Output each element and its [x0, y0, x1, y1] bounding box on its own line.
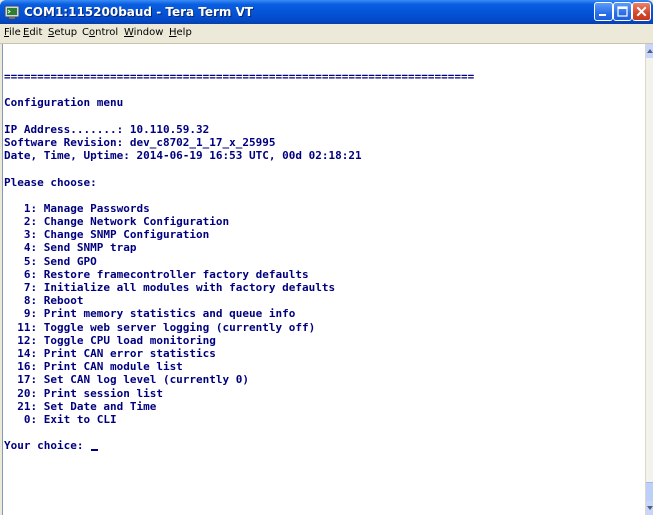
- terminal-screen[interactable]: ========================================…: [2, 44, 646, 515]
- maximize-button[interactable]: [613, 2, 632, 21]
- menu-control[interactable]: Control: [82, 26, 118, 40]
- title-bar[interactable]: COM1:115200baud - Tera Term VT: [0, 0, 653, 24]
- menu-option: 3: Change SNMP Configuration: [4, 228, 210, 242]
- terminal-output: ========================================…: [4, 70, 474, 452]
- menu-option: 1: Manage Passwords: [4, 201, 150, 215]
- ip-address-line: IP Address.......: 10.110.59.32: [4, 122, 210, 136]
- vertical-scrollbar[interactable]: [645, 44, 653, 515]
- software-revision-line: Software Revision: dev_c8702_1_17_x_2599…: [4, 135, 276, 149]
- menu-option: 0: Exit to CLI: [4, 412, 117, 426]
- menu-heading: Configuration menu: [4, 96, 124, 110]
- menu-option: 17: Set CAN log level (currently 0): [4, 373, 250, 387]
- menu-option: 6: Restore framecontroller factory defau…: [4, 267, 309, 281]
- scroll-down-button[interactable]: [646, 501, 653, 515]
- menu-option: 11: Toggle web server logging (currently…: [4, 320, 316, 334]
- scroll-thumb[interactable]: [646, 482, 653, 501]
- menu-option: 4: Send SNMP trap: [4, 241, 137, 255]
- menu-option: 12: Toggle CPU load monitoring: [4, 333, 216, 347]
- maximize-icon: [617, 6, 628, 17]
- menu-bar: File Edit Setup Control Window Help: [0, 24, 653, 44]
- menu-option: 8: Reboot: [4, 294, 84, 308]
- menu-file[interactable]: File: [4, 26, 21, 40]
- menu-option: 14: Print CAN error statistics: [4, 346, 216, 360]
- menu-setup[interactable]: Setup: [48, 26, 77, 40]
- window-title: COM1:115200baud - Tera Term VT: [24, 5, 254, 19]
- menu-option: 2: Change Network Configuration: [4, 215, 230, 229]
- separator-line: ========================================…: [4, 70, 475, 83]
- scroll-up-button[interactable]: [646, 44, 653, 58]
- menu-option: 16: Print CAN module list: [4, 360, 183, 374]
- tera-term-icon[interactable]: [4, 4, 20, 20]
- minimize-button[interactable]: [594, 2, 613, 21]
- close-button[interactable]: [632, 2, 651, 21]
- text-cursor: [91, 449, 99, 452]
- menu-option: 5: Send GPO: [4, 254, 97, 268]
- arrow-down-icon: [647, 506, 653, 510]
- arrow-up-icon: [647, 49, 653, 53]
- prompt-text: Your choice:: [4, 439, 91, 453]
- close-icon: [636, 6, 647, 17]
- date-time-uptime-line: Date, Time, Uptime: 2014-06-19 16:53 UTC…: [4, 149, 362, 163]
- minimize-icon: [599, 14, 606, 16]
- please-choose-line: Please choose:: [4, 175, 97, 189]
- prompt-line[interactable]: Your choice:: [4, 439, 474, 452]
- menu-option: 20: Print session list: [4, 386, 163, 400]
- menu-help[interactable]: Help: [169, 26, 192, 40]
- menu-window[interactable]: Window: [124, 26, 163, 40]
- menu-edit[interactable]: Edit: [23, 26, 42, 40]
- terminal-window: COM1:115200baud - Tera Term VT File Edit…: [0, 0, 653, 515]
- menu-option: 21: Set Date and Time: [4, 399, 157, 413]
- menu-option: 7: Initialize all modules with factory d…: [4, 281, 336, 294]
- menu-option: 9: Print memory statistics and queue inf…: [4, 307, 296, 321]
